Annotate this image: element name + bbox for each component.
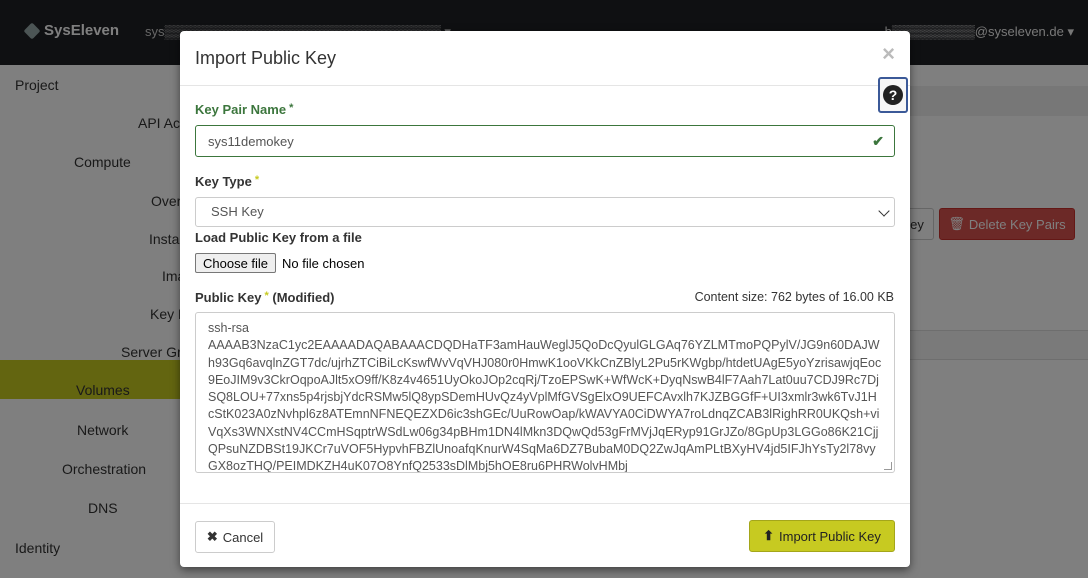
import-public-key-button[interactable]: ⬆ Import Public Key	[749, 520, 895, 552]
public-key-label-text: Public Key	[195, 290, 262, 305]
required-asterisk-icon: *	[264, 290, 269, 302]
file-input: Choose file No file chosen	[195, 253, 364, 273]
import-public-key-modal: Import Public Key × ? Key Pair Name * sys…	[180, 31, 910, 567]
content-size: Content size: 762 bytes of 16.00 KB	[694, 290, 894, 304]
key-type-selected-value: SSH Key	[211, 204, 264, 219]
help-button[interactable]: ?	[878, 77, 908, 113]
import-label: Import Public Key	[779, 528, 881, 544]
key-pair-name-input[interactable]: sys11demokey ✔	[195, 125, 895, 157]
modal-footer: ✖ Cancel ⬆ Import Public Key	[180, 503, 910, 567]
key-type-label-text: Key Type	[195, 174, 252, 189]
modal-title: Import Public Key	[195, 48, 337, 68]
upload-icon: ⬆	[763, 528, 775, 543]
key-type-label: Key Type *	[195, 174, 259, 189]
resize-handle-icon[interactable]	[884, 462, 892, 470]
public-key-label: Public Key * (Modified)	[195, 290, 334, 305]
file-status: No file chosen	[282, 255, 365, 271]
close-icon[interactable]: ×	[882, 43, 895, 65]
key-type-select[interactable]: SSH Key	[195, 197, 895, 227]
chevron-down-icon	[878, 205, 890, 217]
modal-header: Import Public Key ×	[180, 31, 910, 86]
key-pair-name-label: Key Pair Name *	[195, 102, 293, 117]
question-icon: ?	[883, 85, 903, 105]
close-icon: ✖	[206, 529, 218, 544]
choose-file-button[interactable]: Choose file	[195, 253, 277, 273]
load-file-label: Load Public Key from a file	[195, 230, 362, 245]
public-key-textarea[interactable]: ssh-rsa AAAAB3NzaC1yc2EAAAADAQABAAACDQDH…	[195, 312, 895, 473]
cancel-label: Cancel	[222, 529, 264, 545]
key-pair-name-value: sys11demokey	[208, 134, 294, 149]
modified-indicator: (Modified)	[272, 290, 335, 305]
key-pair-name-label-text: Key Pair Name	[195, 102, 287, 117]
required-asterisk-icon: *	[254, 174, 260, 186]
checkmark-icon: ✔	[872, 133, 884, 149]
public-key-value: ssh-rsa AAAAB3NzaC1yc2EAAAADAQABAAACDQDH…	[208, 321, 882, 473]
cancel-button[interactable]: ✖ Cancel	[195, 521, 275, 553]
required-asterisk-icon: *	[289, 102, 294, 114]
